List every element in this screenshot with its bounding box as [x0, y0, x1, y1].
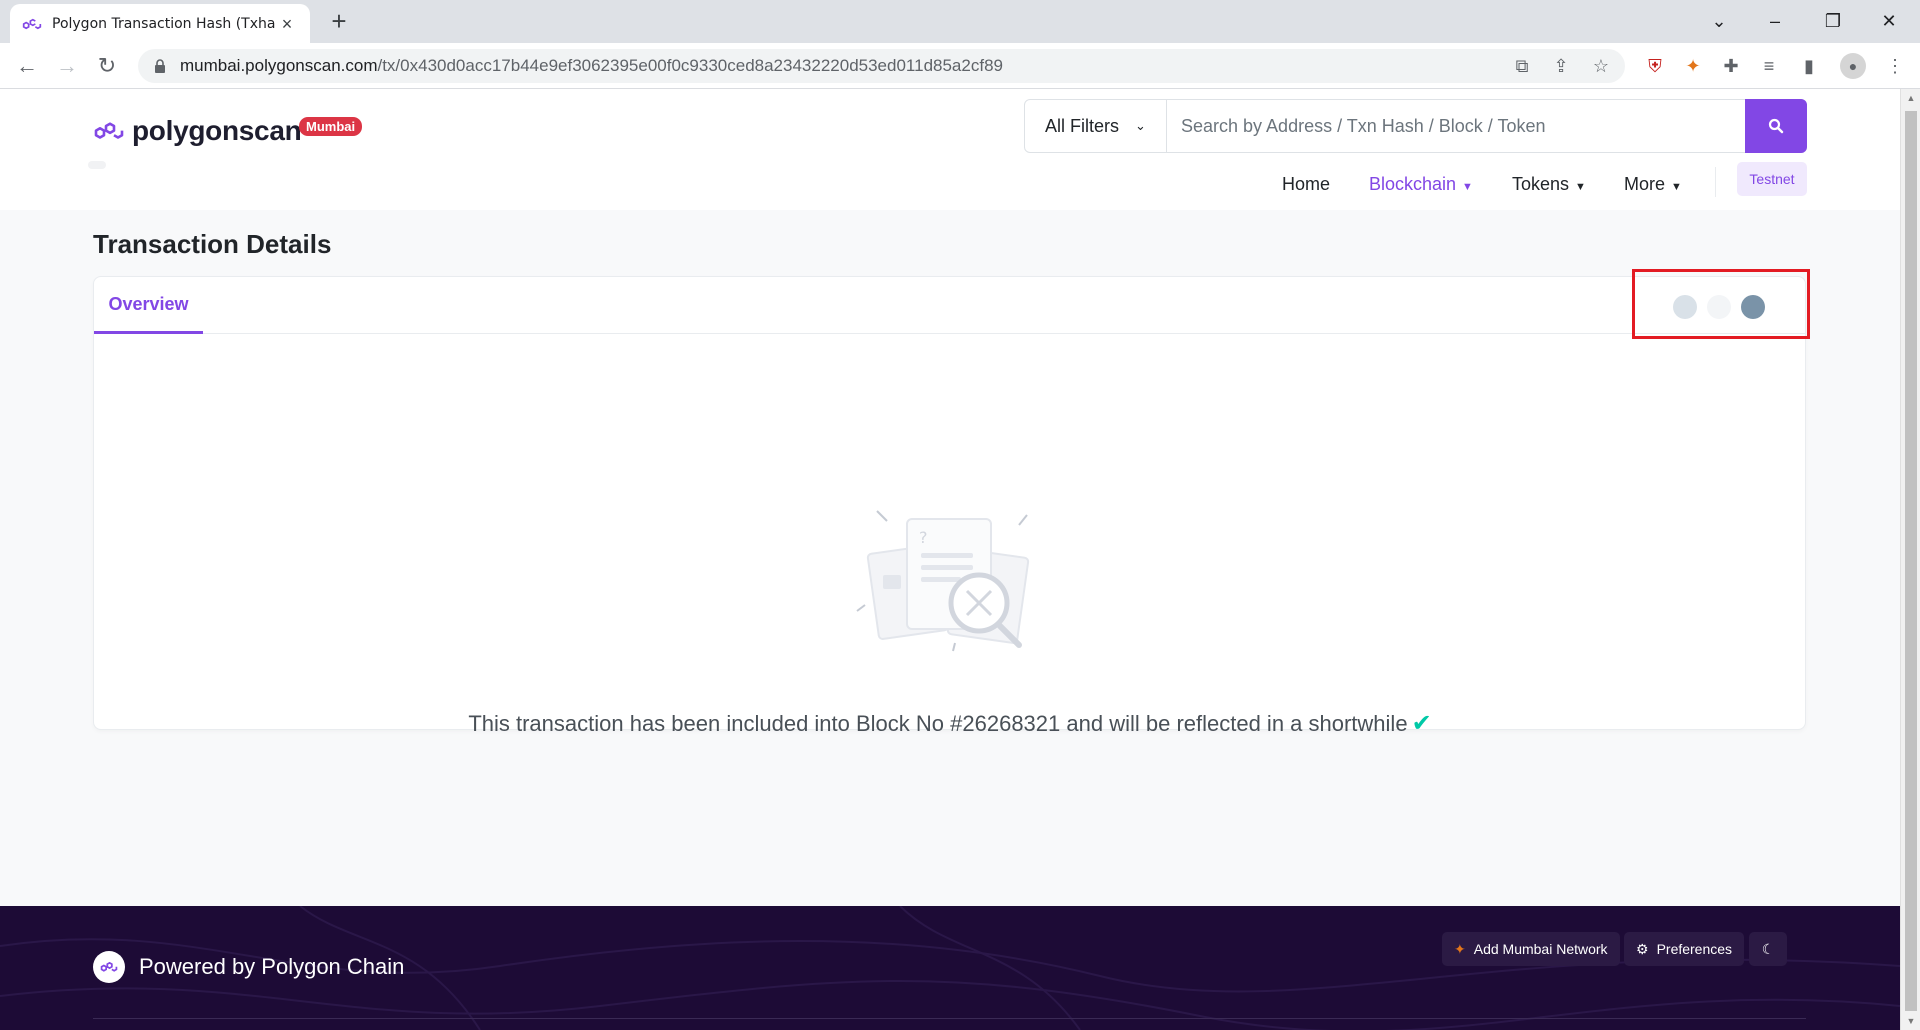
shield-extension-icon[interactable]: ⛨ [1640, 51, 1670, 81]
network-badge: Mumbai [299, 117, 363, 136]
nav-home[interactable]: Home [1282, 169, 1330, 199]
site-logo[interactable]: polygonscan [92, 115, 302, 147]
footer-divider [93, 1018, 1806, 1019]
card-tabs: Overview [94, 277, 1805, 334]
scroll-up-icon[interactable]: ▲ [1901, 89, 1920, 107]
caret-down-icon: ▼ [1671, 181, 1682, 193]
page-content: polygonscan Mumbai All Filters ⌄ Home Bl… [0, 89, 1900, 1030]
metamask-icon: ✦ [1454, 940, 1466, 957]
scrollbar-thumb[interactable] [1905, 111, 1917, 1011]
add-network-label: Add Mumbai Network [1473, 941, 1608, 957]
share-icon[interactable]: ⇪ [1546, 51, 1576, 81]
translate-icon[interactable]: ⧉ [1507, 51, 1537, 81]
gears-icon: ⚙ [1636, 940, 1649, 957]
filter-dropdown[interactable]: All Filters ⌄ [1025, 100, 1167, 152]
preferences-label: Preferences [1656, 941, 1733, 957]
caret-down-icon: ▼ [1462, 181, 1473, 193]
status-message-text: This transaction has been included into … [468, 711, 1408, 736]
search-icon [1768, 118, 1784, 134]
lock-icon [155, 59, 165, 73]
extensions-puzzle-icon[interactable]: ✚ [1716, 51, 1746, 81]
tab-search-icon[interactable]: ⌄ [1696, 6, 1742, 36]
new-tab-icon[interactable]: + [325, 8, 353, 36]
site-header: polygonscan Mumbai All Filters ⌄ Home Bl… [0, 89, 1900, 210]
polygon-logo-icon [94, 122, 124, 139]
profile-avatar-icon[interactable]: ● [1840, 53, 1866, 79]
browser-toolbar: ← → ↻ mumbai.polygonscan.com/tx/0x430d0a… [0, 43, 1920, 89]
metamask-extension-icon[interactable]: ✦ [1678, 51, 1708, 81]
reload-icon[interactable]: ↻ [92, 51, 122, 81]
moon-icon: ☾ [1761, 940, 1775, 957]
nav-divider [1715, 167, 1716, 197]
search-input[interactable] [1167, 100, 1745, 152]
bookmark-star-icon[interactable]: ☆ [1586, 51, 1616, 81]
nav-blockchain[interactable]: Blockchain ▼ [1369, 169, 1473, 199]
dark-mode-toggle[interactable]: ☾ [1749, 932, 1787, 966]
browser-tab-bar: Polygon Transaction Hash (Txhas × + ⌄ – … [0, 0, 1920, 43]
preferences-button[interactable]: ⚙ Preferences [1624, 932, 1745, 966]
loading-dot [1673, 295, 1697, 319]
footer-powered-by: Powered by Polygon Chain [139, 954, 405, 979]
logo-text: polygonscan [132, 115, 302, 146]
search-bar: All Filters ⌄ [1024, 99, 1807, 153]
url-text: mumbai.polygonscan.com/tx/0x430d0acc17b4… [180, 56, 1003, 75]
media-control-icon[interactable]: ≡ [1754, 51, 1784, 81]
polygon-favicon-icon [22, 18, 42, 29]
filter-label: All Filters [1045, 115, 1120, 136]
browser-tab[interactable]: Polygon Transaction Hash (Txhas × [10, 4, 310, 43]
page-scrollbar[interactable]: ▲ ▼ [1900, 89, 1920, 1030]
loading-indicator-highlight [1632, 269, 1810, 339]
address-bar[interactable]: mumbai.polygonscan.com/tx/0x430d0acc17b4… [138, 49, 1625, 83]
add-network-button[interactable]: ✦ Add Mumbai Network [1442, 932, 1620, 966]
minimize-icon[interactable]: – [1752, 6, 1798, 36]
status-message: This transaction has been included into … [0, 709, 1900, 738]
footer-polygon-logo-icon [93, 951, 125, 983]
site-footer: Powered by Polygon Chain ✦ Add Mumbai Ne… [0, 906, 1900, 1030]
caret-down-icon: ▼ [1575, 181, 1586, 193]
back-icon[interactable]: ← [12, 51, 42, 81]
tab-title: Polygon Transaction Hash (Txhas [52, 15, 276, 32]
forward-icon[interactable]: → [52, 51, 82, 81]
loading-dot [1707, 295, 1731, 319]
svg-text:?: ? [919, 528, 928, 547]
empty-search-illustration: ? [856, 510, 1030, 652]
close-window-icon[interactable]: ✕ [1866, 6, 1912, 36]
tab-overview[interactable]: Overview [94, 277, 203, 334]
loading-dot [1741, 295, 1765, 319]
check-icon: ✔ [1411, 710, 1432, 737]
nav-tokens[interactable]: Tokens ▼ [1512, 169, 1586, 199]
page-title: Transaction Details [93, 229, 332, 259]
chevron-down-icon: ⌄ [1135, 118, 1146, 133]
side-panel-icon[interactable]: ▮ [1794, 51, 1824, 81]
logo-decoration [88, 161, 106, 169]
close-tab-icon[interactable]: × [276, 13, 298, 35]
browser-menu-icon[interactable]: ⋮ [1880, 51, 1910, 81]
nav-more[interactable]: More ▼ [1624, 169, 1682, 199]
restore-icon[interactable]: ❐ [1810, 6, 1856, 36]
testnet-button[interactable]: Testnet [1737, 162, 1807, 196]
search-button[interactable] [1745, 99, 1807, 153]
scroll-down-icon[interactable]: ▼ [1901, 1012, 1920, 1030]
